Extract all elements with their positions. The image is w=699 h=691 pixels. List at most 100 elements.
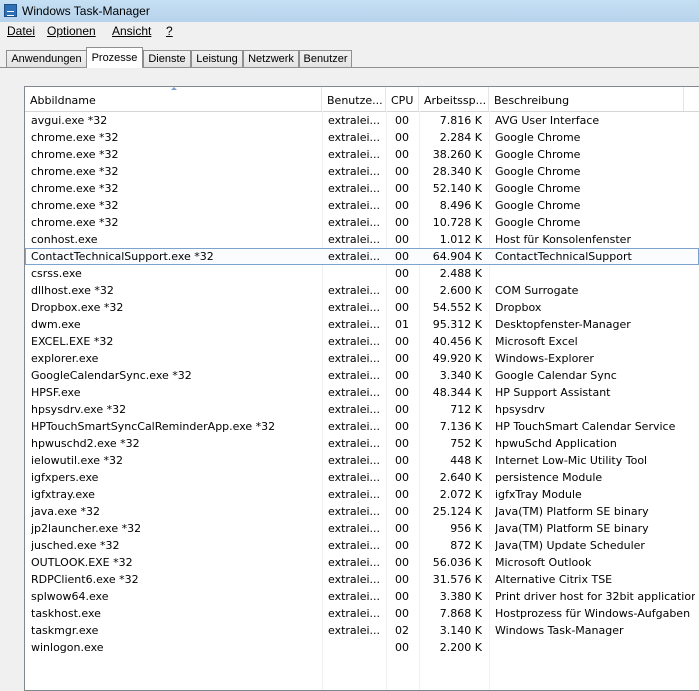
process-description: Google Chrome xyxy=(495,199,581,212)
table-row[interactable]: ContactTechnicalSupport.exe *32 extralei.… xyxy=(25,248,699,265)
column-header-memory[interactable]: Arbeitssp... xyxy=(419,87,489,111)
column-header-user[interactable]: Benutze... xyxy=(322,87,386,111)
process-cpu: 00 xyxy=(395,301,409,314)
process-user: extralei... xyxy=(328,182,381,195)
table-row[interactable]: avgui.exe *32 extralei... 00 7.816 K AVG Use… xyxy=(25,112,699,129)
tab-netzwerk[interactable]: Netzwerk xyxy=(243,50,299,67)
process-cpu: 00 xyxy=(395,386,409,399)
table-row[interactable]: OUTLOOK.EXE *32 extralei... 00 56.036 K Micr… xyxy=(25,554,699,571)
process-name: chrome.exe *32 xyxy=(31,182,119,195)
process-memory: 2.488 K xyxy=(439,267,482,280)
process-memory: 56.036 K xyxy=(432,556,482,569)
table-row[interactable]: HPTouchSmartSyncCalReminderApp.exe *32 ex… xyxy=(25,418,699,435)
table-row[interactable]: conhost.exe extralei... 00 1.012 K Host für … xyxy=(25,231,699,248)
table-row[interactable]: explorer.exe extralei... 00 49.920 K Windows… xyxy=(25,350,699,367)
column-header-cpu[interactable]: CPU xyxy=(386,87,419,111)
process-name: chrome.exe *32 xyxy=(31,216,119,229)
tab-leistung[interactable]: Leistung xyxy=(191,50,243,67)
process-name: dllhost.exe *32 xyxy=(31,284,114,297)
process-user: extralei... xyxy=(328,488,381,501)
process-cpu: 00 xyxy=(395,488,409,501)
menu-help[interactable]: ? xyxy=(166,24,173,38)
table-row[interactable]: taskhost.exe extralei... 00 7.868 K Hostproz… xyxy=(25,605,699,622)
menu-bar: Datei Optionen Ansicht ? xyxy=(0,22,699,42)
process-memory: 8.496 K xyxy=(439,199,482,212)
process-list[interactable]: Abbildname Benutze... CPU Arbeitssp... B… xyxy=(24,86,699,691)
table-row[interactable]: igfxpers.exe extralei... 00 2.640 K persiste… xyxy=(25,469,699,486)
table-row[interactable]: chrome.exe *32 extralei... 00 8.496 K Google… xyxy=(25,197,699,214)
process-description: AVG User Interface xyxy=(495,114,600,127)
process-memory: 1.012 K xyxy=(439,233,482,246)
process-name: ContactTechnicalSupport.exe *32 xyxy=(31,250,214,263)
table-row[interactable]: taskmgr.exe extralei... 02 3.140 K Windows T… xyxy=(25,622,699,639)
process-description: ContactTechnicalSupport xyxy=(495,250,632,263)
table-row[interactable]: EXCEL.EXE *32 extralei... 00 40.456 K Micros… xyxy=(25,333,699,350)
process-memory: 448 K xyxy=(450,454,482,467)
table-row[interactable]: hpwuschd2.exe *32 extralei... 00 752 K hpwuS… xyxy=(25,435,699,452)
process-description: hpwuSchd Application xyxy=(495,437,617,450)
process-memory: 31.576 K xyxy=(432,573,482,586)
process-user: extralei... xyxy=(328,335,381,348)
table-row[interactable]: dllhost.exe *32 extralei... 00 2.600 K COM S… xyxy=(25,282,699,299)
process-description: Desktopfenster-Manager xyxy=(495,318,631,331)
table-row[interactable]: GoogleCalendarSync.exe *32 extralei... 00 3… xyxy=(25,367,699,384)
process-cpu: 00 xyxy=(395,641,409,654)
process-cpu: 00 xyxy=(395,335,409,348)
process-memory: 7.816 K xyxy=(439,114,482,127)
process-description: Java(TM) Update Scheduler xyxy=(495,539,645,552)
table-row[interactable]: ielowutil.exe *32 extralei... 00 448 K Inter… xyxy=(25,452,699,469)
table-row[interactable]: chrome.exe *32 extralei... 00 2.284 K Google… xyxy=(25,129,699,146)
process-cpu: 00 xyxy=(395,522,409,535)
table-row[interactable]: RDPClient6.exe *32 extralei... 00 31.576 K A… xyxy=(25,571,699,588)
process-description: persistence Module xyxy=(495,471,603,484)
tab-anwendungen[interactable]: Anwendungen xyxy=(6,50,87,67)
process-name: RDPClient6.exe *32 xyxy=(31,573,139,586)
table-row[interactable]: chrome.exe *32 extralei... 00 52.140 K Googl… xyxy=(25,180,699,197)
process-user: extralei... xyxy=(328,386,381,399)
process-memory: 2.072 K xyxy=(439,488,482,501)
process-description: hpsysdrv xyxy=(495,403,545,416)
menu-datei[interactable]: Datei xyxy=(7,24,35,38)
table-row[interactable]: jp2launcher.exe *32 extralei... 00 956 K Jav… xyxy=(25,520,699,537)
menu-ansicht[interactable]: Ansicht xyxy=(112,24,151,38)
process-description: Google Chrome xyxy=(495,165,581,178)
process-user: extralei... xyxy=(328,318,381,331)
menu-optionen[interactable]: Optionen xyxy=(47,24,96,38)
process-memory: 2.200 K xyxy=(439,641,482,654)
process-user: extralei... xyxy=(328,454,381,467)
title-bar[interactable]: Windows Task-Manager xyxy=(0,0,699,23)
table-row[interactable]: csrss.exe 00 2.488 K xyxy=(25,265,699,282)
process-memory: 25.124 K xyxy=(432,505,482,518)
process-name: csrss.exe xyxy=(31,267,82,280)
tab-benutzer[interactable]: Benutzer xyxy=(299,50,352,67)
process-name: chrome.exe *32 xyxy=(31,165,119,178)
process-name: GoogleCalendarSync.exe *32 xyxy=(31,369,192,382)
table-row[interactable]: HPSF.exe extralei... 00 48.344 K HP Support … xyxy=(25,384,699,401)
tab-dienste[interactable]: Dienste xyxy=(143,50,191,67)
table-row[interactable]: igfxtray.exe extralei... 00 2.072 K igfxTray… xyxy=(25,486,699,503)
process-memory: 95.312 K xyxy=(432,318,482,331)
table-row[interactable]: splwow64.exe extralei... 00 3.380 K Print dr… xyxy=(25,588,699,605)
process-user: extralei... xyxy=(328,199,381,212)
column-header-name[interactable]: Abbildname xyxy=(25,87,322,111)
process-memory: 49.920 K xyxy=(432,352,482,365)
table-row[interactable]: java.exe *32 extralei... 00 25.124 K Java(TM… xyxy=(25,503,699,520)
process-cpu: 00 xyxy=(395,267,409,280)
table-row[interactable]: winlogon.exe 00 2.200 K xyxy=(25,639,699,656)
table-row[interactable]: jusched.exe *32 extralei... 00 872 K Java(TM… xyxy=(25,537,699,554)
table-row[interactable]: dwm.exe extralei... 01 95.312 K Desktopfenst… xyxy=(25,316,699,333)
process-memory: 3.140 K xyxy=(439,624,482,637)
table-row[interactable]: chrome.exe *32 extralei... 00 38.260 K Googl… xyxy=(25,146,699,163)
process-cpu: 00 xyxy=(395,284,409,297)
table-row[interactable]: chrome.exe *32 extralei... 00 10.728 K Googl… xyxy=(25,214,699,231)
process-cpu: 00 xyxy=(395,199,409,212)
table-row[interactable]: chrome.exe *32 extralei... 00 28.340 K Googl… xyxy=(25,163,699,180)
process-cpu: 00 xyxy=(395,165,409,178)
table-row[interactable]: hpsysdrv.exe *32 extralei... 00 712 K hpsysd… xyxy=(25,401,699,418)
process-description xyxy=(495,265,695,282)
table-row[interactable]: Dropbox.exe *32 extralei... 00 54.552 K Drop… xyxy=(25,299,699,316)
tab-prozesse[interactable]: Prozesse xyxy=(86,47,143,68)
process-description xyxy=(495,639,695,656)
process-description: Internet Low-Mic Utility Tool xyxy=(495,454,648,467)
column-header-description[interactable]: Beschreibung xyxy=(489,87,684,111)
